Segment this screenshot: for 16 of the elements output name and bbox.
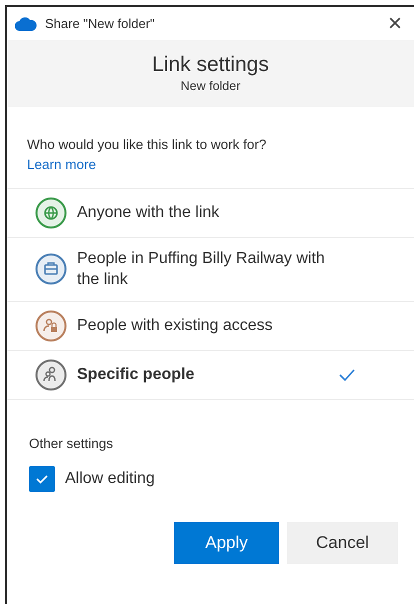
checkbox[interactable] [29, 466, 55, 492]
learn-more-link[interactable]: Learn more [27, 157, 96, 172]
dialog-title: Link settings [151, 52, 270, 77]
section-label: Other settings [28, 434, 114, 453]
apply-button[interactable]: Apply [174, 522, 279, 564]
option-item[interactable]: Anyone with the link [7, 188, 414, 236]
option-item[interactable]: People in Puffing Billy Railway with the link [7, 236, 414, 301]
cloud-icon [15, 16, 37, 30]
checkbox-label: Allow editing [65, 468, 155, 489]
window-title: Share "New folder" [45, 14, 156, 33]
cancel-button[interactable]: Cancel [287, 522, 398, 564]
option-item[interactable]: Specific people [7, 350, 414, 399]
close-button[interactable]: × [384, 12, 406, 36]
question-text: Who would you like this link to work for? [27, 136, 268, 154]
option-item[interactable]: People with existing access [7, 300, 414, 350]
dialog-subtitle: New folder [180, 78, 242, 95]
